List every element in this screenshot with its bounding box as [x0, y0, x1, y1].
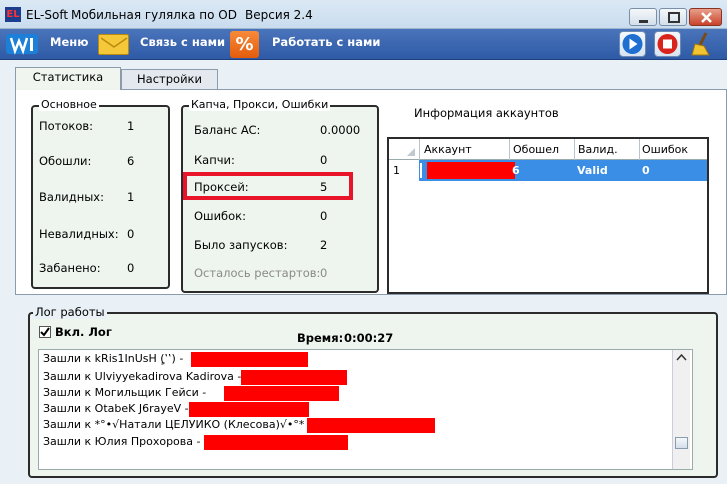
restarts-value: 0: [320, 266, 328, 280]
tab-settings[interactable]: Настройки: [121, 69, 218, 89]
sort-corner-icon: [407, 148, 415, 156]
text-cursor: [420, 163, 422, 178]
log-line: Зашли к Юлия Прохорова -: [43, 435, 201, 448]
banned-label: Забанено:: [39, 261, 101, 275]
tab-statistics[interactable]: Статистика: [15, 67, 121, 90]
main-stats-title: Основное: [39, 98, 99, 111]
log-textarea[interactable]: Зашли к kRis1InUsH (ٍ‛‛) - Зашли к Ulviy…: [38, 349, 693, 470]
checkmark-icon: [40, 327, 50, 337]
log-line: Зашли к Ulviyyekadirova Kadirova -: [43, 370, 242, 383]
launches-label: Было запусков:: [194, 238, 288, 252]
row-visited: 6: [512, 164, 520, 177]
selected-row[interactable]: 6 Valid 0: [419, 160, 707, 181]
log-redaction: [204, 435, 348, 450]
app-version: Версия 2.4: [245, 8, 313, 22]
log-redaction: [241, 370, 347, 385]
title-bar: EL EL-Soft Мобильная гулялка по OD Верси…: [0, 0, 727, 29]
invalid-label: Невалидных:: [39, 227, 119, 241]
col-visited[interactable]: Обошел: [513, 143, 559, 156]
time-label: Время:: [297, 331, 344, 345]
visited-value: 6: [127, 154, 135, 168]
log-line: Зашли к kRis1InUsH (ٍ‛‛) -: [43, 352, 184, 365]
app-icon: EL: [5, 7, 21, 22]
window-title: Мобильная гулялка по OD: [71, 8, 237, 22]
col-errors[interactable]: Ошибок: [642, 143, 688, 156]
app-name: EL-Soft: [26, 8, 69, 22]
captcha-stats-title: Капча, Прокси, Ошибки: [189, 98, 331, 111]
log-line: Зашли к *°•√Натали ЦЕЛУИКО (Клесова)√•°*…: [43, 418, 312, 431]
menu-logo-icon[interactable]: [5, 32, 39, 56]
main-stats-group: Основное Потоков: 1 Обошли: 6 Валидных: …: [31, 98, 170, 289]
visited-label: Обошли:: [39, 154, 92, 168]
col-account[interactable]: Аккаунт: [424, 143, 472, 156]
log-redaction: [191, 352, 308, 367]
close-button[interactable]: [689, 8, 722, 26]
valid-label: Валидных:: [39, 190, 104, 204]
valid-value: 1: [127, 190, 135, 204]
captcha-value: 0: [320, 153, 328, 167]
table-row[interactable]: 1 6 Valid 0: [389, 160, 707, 181]
errors-label: Ошибок:: [194, 209, 246, 223]
col-valid[interactable]: Валид.: [578, 143, 618, 156]
proxy-highlight-box: [183, 172, 353, 200]
balance-label: Баланс AC:: [194, 123, 261, 137]
minimize-button[interactable]: [629, 8, 657, 26]
accounts-grid[interactable]: Аккаунт Обошел Валид. Ошибок 1 6 Valid 0: [387, 137, 709, 294]
launches-value: 2: [320, 238, 328, 252]
errors-value: 0: [320, 209, 328, 223]
grid-header: Аккаунт Обошел Валид. Ошибок: [389, 139, 707, 160]
percent-icon[interactable]: %: [230, 31, 259, 58]
mail-icon[interactable]: [98, 34, 129, 55]
row-number: 1: [393, 164, 400, 177]
accounts-title: Информация аккаунтов: [414, 106, 559, 120]
log-scrollbar[interactable]: [672, 350, 690, 469]
row-valid: Valid: [577, 164, 608, 177]
balance-value: 0.0000: [320, 123, 361, 137]
restarts-label: Осталось рестартов:: [194, 266, 321, 280]
start-button[interactable]: [619, 31, 646, 57]
log-enable-checkbox[interactable]: [39, 326, 51, 338]
maximize-icon: [668, 12, 680, 23]
log-redaction: [224, 386, 339, 401]
clear-button[interactable]: [689, 31, 716, 57]
invalid-value: 0: [127, 227, 135, 241]
menu-item-contact[interactable]: Связь с нами: [140, 35, 225, 49]
stop-button[interactable]: [654, 31, 681, 57]
menu-item-work[interactable]: Работать с нами: [272, 35, 380, 49]
threads-value: 1: [127, 119, 135, 133]
menu-bar: Меню Связь с нами % Работать с нами: [0, 29, 727, 60]
scroll-up-icon[interactable]: [673, 350, 690, 364]
log-line: Зашли к Могильщик Гейси -: [43, 386, 207, 399]
broom-icon: [691, 32, 710, 56]
log-redaction: [189, 402, 309, 417]
row-errors: 0: [642, 164, 650, 177]
scroll-thumb[interactable]: [675, 437, 688, 449]
account-redaction: [427, 162, 515, 179]
minimize-icon: [639, 20, 648, 23]
log-redaction: [307, 418, 435, 433]
log-title: Лог работы: [33, 305, 107, 319]
banned-value: 0: [127, 261, 135, 275]
menu-item-menu[interactable]: Меню: [50, 35, 88, 49]
log-line: Зашли к OtabeK J6rayeV -: [43, 402, 189, 415]
time-value: 0:00:27: [344, 331, 394, 345]
maximize-button[interactable]: [659, 8, 687, 26]
captcha-label: Капчи:: [194, 153, 235, 167]
stop-icon: [657, 34, 678, 54]
threads-label: Потоков:: [39, 119, 94, 133]
close-icon: [701, 12, 712, 23]
log-enable-label[interactable]: Вкл. Лог: [55, 325, 112, 339]
play-icon: [622, 34, 643, 54]
